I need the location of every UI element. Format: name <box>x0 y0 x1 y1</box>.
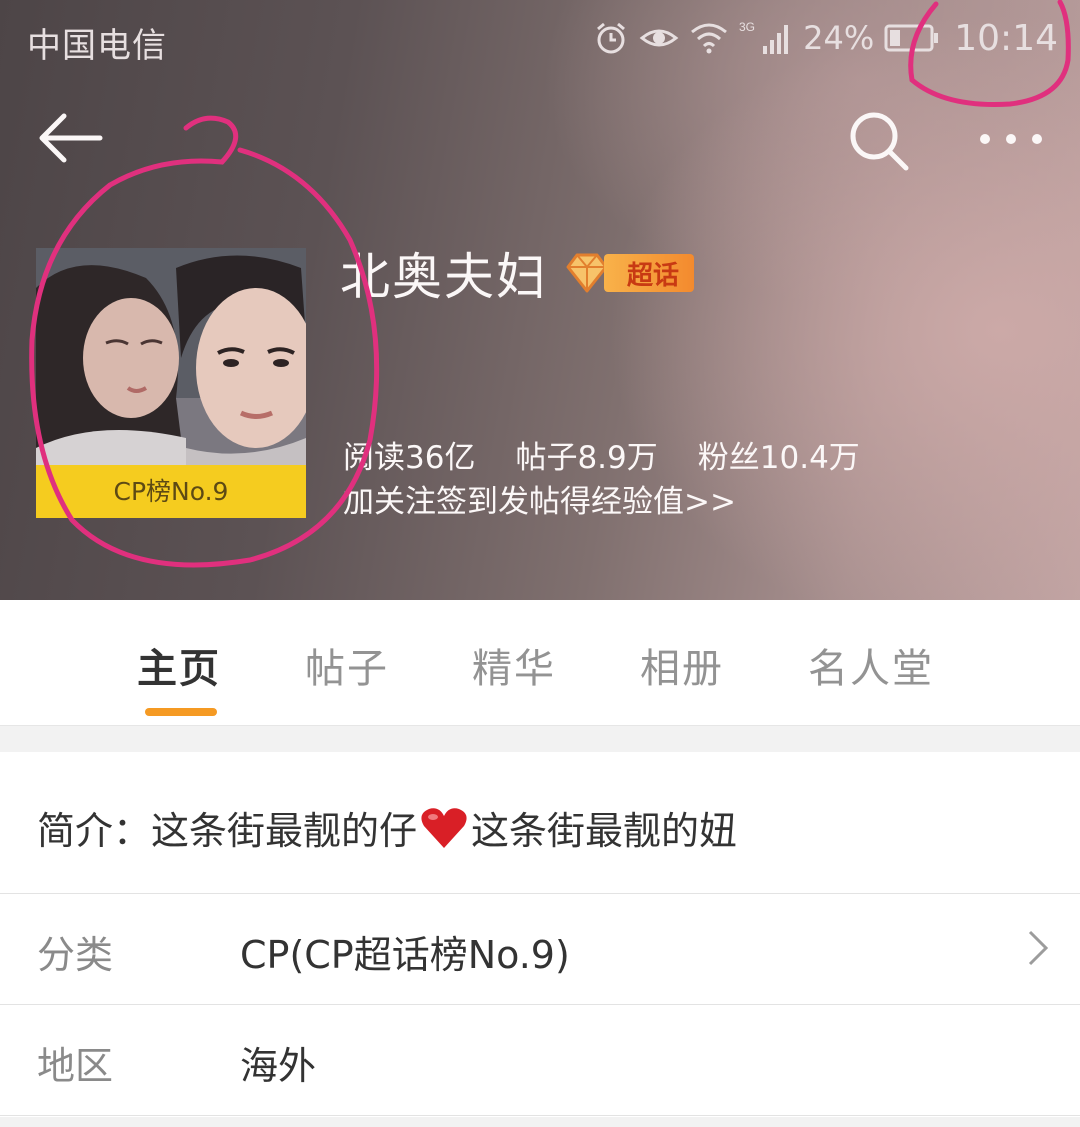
stat-fans: 粉丝10.4万 <box>697 440 860 476</box>
intro-text: 简介： 这条街最靓的仔 这条街最靓的妞 <box>37 800 737 855</box>
region-row: 地区 海外 <box>0 1005 1080 1116</box>
super-topic-badge: 超话 <box>562 251 694 295</box>
follow-promo-link[interactable]: 加关注签到发帖得经验值>> <box>343 476 736 521</box>
stat-reads: 阅读36亿 <box>343 440 476 476</box>
region-key: 地区 <box>37 1044 114 1088</box>
battery-percent: 24% <box>803 19 875 57</box>
tab-home[interactable]: 主页 <box>137 636 221 694</box>
intro-label: 简介： <box>37 809 152 853</box>
super-topic-label: 超话 <box>604 254 694 292</box>
tab-featured[interactable]: 精华 <box>472 636 556 694</box>
topic-stats: 阅读36亿 帖子8.9万 粉丝10.4万 <box>343 432 860 477</box>
section-divider <box>0 726 1080 752</box>
intro-part-2: 这条街最靓的妞 <box>471 809 738 853</box>
stat-posts: 帖子8.9万 <box>515 440 658 476</box>
alarm-icon <box>597 22 626 54</box>
category-row[interactable]: 分类 CP(CP超话榜No.9) <box>0 894 1080 1005</box>
clock: 10:14 <box>954 17 1058 59</box>
more-icon[interactable] <box>975 124 1047 154</box>
intro-section: 简介： 这条街最靓的仔 这条街最靓的妞 <box>0 752 1080 894</box>
active-tab-indicator <box>145 708 217 716</box>
status-bar: 中国电信 3G 24% 10:14 <box>0 0 1080 76</box>
region-value: 海外 <box>240 1044 317 1088</box>
eye-icon <box>639 29 679 47</box>
cp-rank-badge: CP榜No.9 <box>36 465 306 518</box>
topic-avatar[interactable]: CP榜No.9 <box>36 248 306 518</box>
search-icon[interactable] <box>846 108 910 172</box>
category-value: CP(CP超话榜No.9) <box>240 933 570 977</box>
bottom-divider <box>0 1117 1080 1127</box>
intro-part-1: 这条街最靓的仔 <box>151 809 418 853</box>
back-arrow-icon[interactable] <box>36 110 104 166</box>
topic-title: 北奥夫妇 <box>340 248 548 306</box>
chevron-right-icon <box>1028 930 1049 966</box>
topic-header: 中国电信 3G 24% 10:14 CP榜No.9 北奥夫妇 超话 阅读36亿 … <box>0 0 1080 600</box>
tab-hall-of-fame[interactable]: 名人堂 <box>808 636 934 694</box>
signal-icon: 3G <box>739 20 789 54</box>
battery-icon <box>884 24 939 52</box>
tab-album[interactable]: 相册 <box>640 636 724 694</box>
category-key: 分类 <box>37 933 114 977</box>
tab-posts[interactable]: 帖子 <box>305 636 389 694</box>
status-icons: 3G 24% 10:14 <box>593 16 1058 60</box>
wifi-icon <box>691 23 728 54</box>
carrier-label: 中国电信 <box>27 26 167 66</box>
network-type-label: 3G <box>739 20 755 34</box>
heart-icon <box>421 807 467 848</box>
topic-title-row: 北奥夫妇 超话 <box>340 238 694 308</box>
